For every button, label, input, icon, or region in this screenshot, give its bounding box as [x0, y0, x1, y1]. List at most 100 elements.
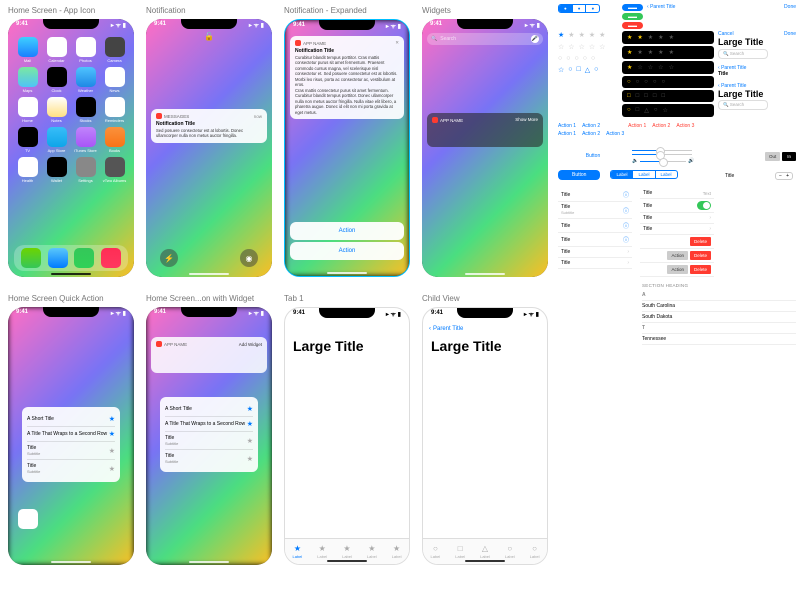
- large-title: Large Title: [431, 338, 502, 354]
- quick-action-item[interactable]: A Short Title★: [165, 402, 253, 417]
- dock-app[interactable]: [21, 248, 41, 268]
- notification-card[interactable]: MESSAGESnow Notification Title Sed posue…: [151, 109, 267, 143]
- table-cell[interactable]: Titleⓘ: [558, 188, 632, 202]
- action-row-destructive[interactable]: Action 1Action 2Action 3: [628, 123, 694, 129]
- star-rating[interactable]: ★★★★★: [558, 31, 618, 39]
- tab-item[interactable]: ○Label: [522, 539, 547, 564]
- phone-home: 9:41▸ ᯤ ▮ MailCalendarPhotosCameraMapsCl…: [8, 19, 134, 277]
- app-icon[interactable]: Health: [14, 157, 41, 183]
- app-icon[interactable]: App Store: [43, 127, 70, 153]
- pill-button[interactable]: ▬▬: [622, 4, 643, 11]
- quick-action-item[interactable]: A Title That Wraps to a Second Row★: [27, 427, 115, 442]
- list-item[interactable]: Tennessee: [642, 334, 796, 345]
- app-icon[interactable]: Clock: [43, 67, 70, 93]
- dock-app[interactable]: [48, 248, 68, 268]
- app-icon[interactable]: Maps: [14, 67, 41, 93]
- artboard-label: Home Screen Quick Action: [8, 294, 138, 304]
- toggle-cell[interactable]: Title: [640, 199, 714, 213]
- switch[interactable]: [697, 201, 711, 210]
- notification-action[interactable]: Action: [290, 222, 404, 240]
- notification-action[interactable]: Action: [290, 242, 404, 260]
- quick-action-item[interactable]: A Short Title★: [27, 412, 115, 427]
- widget-card[interactable]: APP NAMEShow More: [427, 113, 543, 147]
- search-field[interactable]: 🔍Search🎤: [427, 33, 543, 45]
- button-link[interactable]: Button: [586, 153, 600, 159]
- list-item[interactable]: South Carolina: [642, 301, 796, 312]
- ui-components-palette: ●●● ▬▬ ▬▬ ▬▬ ‹ Parent TitleDone ★★★★★ ☆☆…: [556, 0, 800, 578]
- artboard-label: Widgets: [422, 6, 552, 16]
- done-button[interactable]: Done: [784, 4, 796, 10]
- back-link[interactable]: ‹ Parent Title: [647, 4, 675, 10]
- widget-header[interactable]: APP NAMEAdd Widget: [151, 337, 267, 373]
- quick-action-item[interactable]: TitleSubtitle★: [27, 460, 115, 477]
- delete-button[interactable]: Delete: [690, 237, 711, 246]
- quick-action-menu[interactable]: A Short Title★A Title That Wraps to a Se…: [160, 397, 258, 472]
- app-icon[interactable]: [18, 509, 38, 529]
- list-item[interactable]: South Dakota: [642, 312, 796, 323]
- list-item: A: [642, 290, 796, 301]
- artboard-label: Notification: [146, 6, 276, 16]
- search-input[interactable]: 🔍 Search: [718, 49, 768, 59]
- app-icon[interactable]: Calendar: [43, 37, 70, 63]
- action-row[interactable]: Action 1Action 2: [558, 123, 600, 129]
- lock-icon: 🔓: [204, 32, 214, 41]
- app-icon[interactable]: Notes: [43, 97, 70, 123]
- section-header: SECTION HEADING: [642, 283, 796, 288]
- app-icon[interactable]: Books: [101, 127, 128, 153]
- app-icon[interactable]: Home: [14, 97, 41, 123]
- in-button[interactable]: In: [782, 152, 796, 161]
- quick-action-item[interactable]: A Title That Wraps to a Second Row★: [165, 417, 253, 432]
- phone-lock: 9:41▸ ᯤ ▮ 🔓 9:41 Tuesday, September 12 M…: [146, 19, 272, 277]
- phone-quick-action: 9:41▸ ᯤ ▮ A Short Title★A Title That Wra…: [8, 307, 134, 565]
- primary-button[interactable]: Button: [558, 170, 600, 180]
- camera-button[interactable]: ◉: [240, 249, 258, 267]
- app-icon[interactable]: Camera: [101, 37, 128, 63]
- tab-item[interactable]: ★Label: [285, 539, 310, 564]
- back-button[interactable]: ‹Parent Title: [423, 322, 547, 336]
- app-icon[interactable]: Photos: [72, 37, 99, 63]
- out-button[interactable]: Out: [765, 152, 780, 161]
- tab-item[interactable]: ★Label: [384, 539, 409, 564]
- artboard-label: Child View: [422, 294, 552, 304]
- search-input[interactable]: 🔍 Search: [718, 100, 768, 110]
- done-button[interactable]: Done: [784, 31, 796, 37]
- flashlight-button[interactable]: ⚡: [160, 249, 178, 267]
- phone-tab1: 9:41▸ ᯤ ▮ Large Title ★Label★Label★Label…: [284, 307, 410, 565]
- tab-item[interactable]: ○Label: [423, 539, 448, 564]
- app-icon[interactable]: iTunes Store: [72, 127, 99, 153]
- large-title: Large Title: [293, 338, 364, 354]
- quick-action-item[interactable]: TitleSubtitle★: [165, 432, 253, 450]
- app-icon[interactable]: Reminders: [101, 97, 128, 123]
- list-item: T: [642, 323, 796, 334]
- phone-quick-action-widget: 9:41▸ ᯤ ▮ APP NAMEAdd Widget A Short Tit…: [146, 307, 272, 565]
- delete-button[interactable]: Delete: [690, 251, 711, 260]
- app-icon[interactable]: Stocks: [72, 97, 99, 123]
- dark-stars[interactable]: ★★★★★: [622, 31, 714, 44]
- app-icon[interactable]: News: [101, 67, 128, 93]
- segmented-control[interactable]: LabelLabelLabel: [610, 170, 677, 179]
- artboard-label: Tab 1: [284, 294, 414, 304]
- dock-app[interactable]: [74, 248, 94, 268]
- app-icon[interactable]: Mail: [14, 37, 41, 63]
- segmented-control[interactable]: ●●●: [558, 4, 600, 13]
- quick-action-item[interactable]: TitleSubtitle★: [165, 450, 253, 467]
- phone-notif-expanded: 9:41▸ ᯤ ▮ APP NAME✕ Notification Title C…: [284, 19, 410, 277]
- app-icon[interactable]: vTwo Albums: [101, 157, 128, 183]
- app-icon[interactable]: TV: [14, 127, 41, 153]
- pill-button[interactable]: ▬▬: [622, 22, 643, 29]
- app-icon[interactable]: Settings: [72, 157, 99, 183]
- quick-action-menu[interactable]: A Short Title★A Title That Wraps to a Se…: [22, 407, 120, 482]
- large-title: Large Title: [718, 37, 796, 47]
- app-icon[interactable]: Wallet: [43, 157, 70, 183]
- quick-action-item[interactable]: TitleSubtitle★: [27, 442, 115, 460]
- artboard-label: Home Screen...on with Widget: [146, 294, 276, 304]
- dock-app[interactable]: [101, 248, 121, 268]
- slider[interactable]: [632, 154, 692, 155]
- phone-widgets: 9:41▸ ᯤ ▮ 🔍Search🎤 9:41 Tuesday, Septemb…: [422, 19, 548, 277]
- artboard-label: Notification - Expanded: [284, 6, 414, 16]
- pill-button[interactable]: ▬▬: [622, 13, 643, 20]
- artboard-label: Home Screen - App Icon: [8, 6, 138, 16]
- app-icon[interactable]: Weather: [72, 67, 99, 93]
- notification-expanded[interactable]: APP NAME✕ Notification Title Curabitur b…: [290, 36, 404, 119]
- close-icon[interactable]: ✕: [395, 40, 399, 46]
